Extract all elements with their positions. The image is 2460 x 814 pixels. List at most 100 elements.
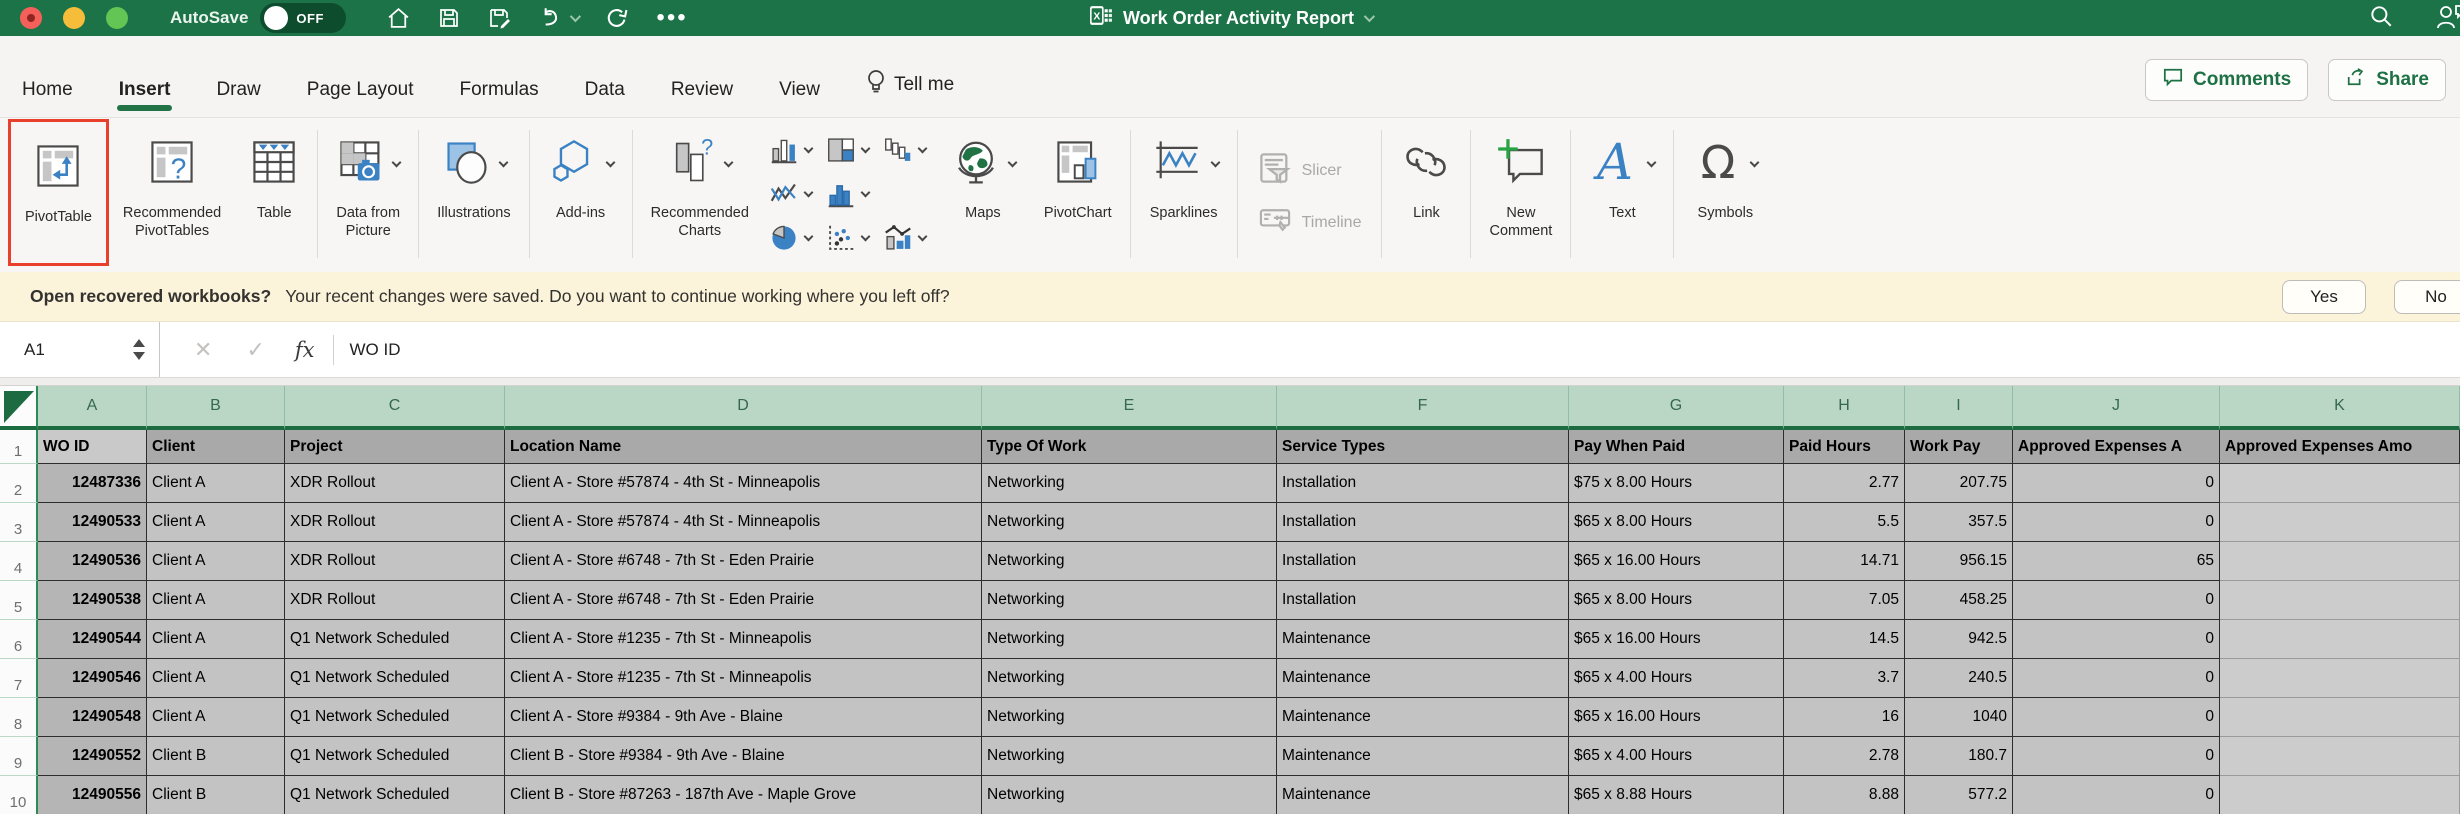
row-header-10[interactable]: 10 — [0, 776, 38, 814]
cell-F6[interactable]: Maintenance — [1277, 620, 1569, 659]
cell-J5[interactable]: 0 — [2013, 581, 2220, 620]
column-header-F[interactable]: F — [1277, 386, 1569, 430]
insert-function-icon[interactable]: fx — [295, 338, 315, 362]
cell-I8[interactable]: 1040 — [1905, 698, 2013, 737]
row-header-9[interactable]: 9 — [0, 737, 38, 776]
undo-icon[interactable] — [537, 5, 578, 31]
cell-F2[interactable]: Installation — [1277, 464, 1569, 503]
link-button[interactable]: Link — [1386, 118, 1466, 272]
histogram-chart-chevron[interactable] — [860, 187, 870, 197]
cell-H4[interactable]: 14.71 — [1784, 542, 1905, 581]
cell-G2[interactable]: $75 x 8.00 Hours — [1569, 464, 1784, 503]
cell-B1[interactable]: Client — [147, 430, 285, 464]
waterfall-chart-chevron[interactable] — [917, 143, 927, 153]
cell-D2[interactable]: Client A - Store #57874 - 4th St - Minne… — [505, 464, 982, 503]
cell-C4[interactable]: XDR Rollout — [285, 542, 505, 581]
cell-I10[interactable]: 577.2 — [1905, 776, 2013, 814]
cell-H3[interactable]: 5.5 — [1784, 503, 1905, 542]
combo-chart-chevron[interactable] — [917, 231, 927, 241]
cell-J1[interactable]: Approved Expenses A — [2013, 430, 2220, 464]
row-header-2[interactable]: 2 — [0, 464, 38, 503]
text-chevron[interactable] — [1647, 157, 1657, 167]
home-icon[interactable] — [386, 6, 411, 31]
cell-F7[interactable]: Maintenance — [1277, 659, 1569, 698]
cell-C2[interactable]: XDR Rollout — [285, 464, 505, 503]
cell-C6[interactable]: Q1 Network Scheduled — [285, 620, 505, 659]
cell-C3[interactable]: XDR Rollout — [285, 503, 505, 542]
cancel-entry-icon[interactable]: ✕ — [194, 337, 212, 363]
cell-K5[interactable] — [2220, 581, 2460, 620]
text-button[interactable]: A Text — [1575, 118, 1669, 272]
cell-G5[interactable]: $65 x 8.00 Hours — [1569, 581, 1784, 620]
cell-E1[interactable]: Type Of Work — [982, 430, 1277, 464]
row-header-5[interactable]: 5 — [0, 581, 38, 620]
cell-I3[interactable]: 357.5 — [1905, 503, 2013, 542]
row-header-6[interactable]: 6 — [0, 620, 38, 659]
column-chart-chevron[interactable] — [803, 143, 813, 153]
column-header-G[interactable]: G — [1569, 386, 1784, 430]
cell-K4[interactable] — [2220, 542, 2460, 581]
recommended-charts-chevron[interactable] — [723, 157, 733, 167]
cell-F8[interactable]: Maintenance — [1277, 698, 1569, 737]
column-header-C[interactable]: C — [285, 386, 505, 430]
cell-K9[interactable] — [2220, 737, 2460, 776]
row-header-7[interactable]: 7 — [0, 659, 38, 698]
pie-chart-button[interactable] — [769, 223, 812, 253]
cell-J3[interactable]: 0 — [2013, 503, 2220, 542]
cell-E6[interactable]: Networking — [982, 620, 1277, 659]
cell-A7[interactable]: 12490546 — [38, 659, 147, 698]
formula-input[interactable]: WO ID — [350, 340, 401, 360]
cell-I6[interactable]: 942.5 — [1905, 620, 2013, 659]
row-header-4[interactable]: 4 — [0, 542, 38, 581]
row-header-1[interactable]: 1 — [0, 430, 38, 464]
cell-C8[interactable]: Q1 Network Scheduled — [285, 698, 505, 737]
cell-G4[interactable]: $65 x 16.00 Hours — [1569, 542, 1784, 581]
cell-C9[interactable]: Q1 Network Scheduled — [285, 737, 505, 776]
new-comment-button[interactable]: New Comment — [1475, 118, 1566, 272]
cell-B5[interactable]: Client A — [147, 581, 285, 620]
cell-I4[interactable]: 956.15 — [1905, 542, 2013, 581]
cell-G9[interactable]: $65 x 4.00 Hours — [1569, 737, 1784, 776]
cell-B8[interactable]: Client A — [147, 698, 285, 737]
cell-K10[interactable] — [2220, 776, 2460, 814]
histogram-chart-button[interactable] — [826, 179, 869, 209]
cell-I1[interactable]: Work Pay — [1905, 430, 2013, 464]
sparklines-button[interactable]: Sparklines — [1135, 118, 1233, 272]
data-from-picture-button[interactable]: Data from Picture — [322, 118, 414, 272]
cell-J10[interactable]: 0 — [2013, 776, 2220, 814]
timeline-button[interactable]: Timeline — [1258, 207, 1362, 238]
cell-E7[interactable]: Networking — [982, 659, 1277, 698]
recommended-pivottables-button[interactable]: ? Recommended PivotTables — [109, 118, 235, 272]
cell-B6[interactable]: Client A — [147, 620, 285, 659]
pivottable-button[interactable]: PivotTable — [11, 122, 106, 226]
cell-C7[interactable]: Q1 Network Scheduled — [285, 659, 505, 698]
cell-K8[interactable] — [2220, 698, 2460, 737]
row-header-3[interactable]: 3 — [0, 503, 38, 542]
save-icon[interactable] — [437, 6, 461, 30]
maps-chevron[interactable] — [1007, 157, 1017, 167]
table-button[interactable]: Table — [235, 118, 313, 272]
line-chart-button[interactable] — [769, 179, 812, 209]
document-title[interactable]: Work Order Activity Report — [1123, 8, 1354, 29]
column-header-I[interactable]: I — [1905, 386, 2013, 430]
cell-I7[interactable]: 240.5 — [1905, 659, 2013, 698]
tab-page-layout[interactable]: Page Layout — [305, 79, 416, 117]
cell-F1[interactable]: Service Types — [1277, 430, 1569, 464]
cell-G7[interactable]: $65 x 4.00 Hours — [1569, 659, 1784, 698]
cell-D7[interactable]: Client A - Store #1235 - 7th St - Minnea… — [505, 659, 982, 698]
cell-D8[interactable]: Client A - Store #9384 - 9th Ave - Blain… — [505, 698, 982, 737]
save-as-icon[interactable] — [487, 6, 511, 30]
cell-J2[interactable]: 0 — [2013, 464, 2220, 503]
cell-D9[interactable]: Client B - Store #9384 - 9th Ave - Blain… — [505, 737, 982, 776]
pie-chart-chevron[interactable] — [803, 231, 813, 241]
column-chart-button[interactable] — [769, 135, 812, 165]
waterfall-chart-button[interactable] — [883, 135, 926, 165]
cell-A2[interactable]: 12487336 — [38, 464, 147, 503]
spinner-up-icon[interactable] — [133, 339, 145, 347]
cell-I5[interactable]: 458.25 — [1905, 581, 2013, 620]
line-chart-chevron[interactable] — [803, 187, 813, 197]
close-window-button[interactable] — [20, 7, 42, 29]
slicer-button[interactable]: Slicer — [1258, 152, 1362, 189]
addins-button[interactable]: Add-ins — [534, 118, 628, 272]
tab-tell-me[interactable]: Tell me — [864, 69, 956, 117]
